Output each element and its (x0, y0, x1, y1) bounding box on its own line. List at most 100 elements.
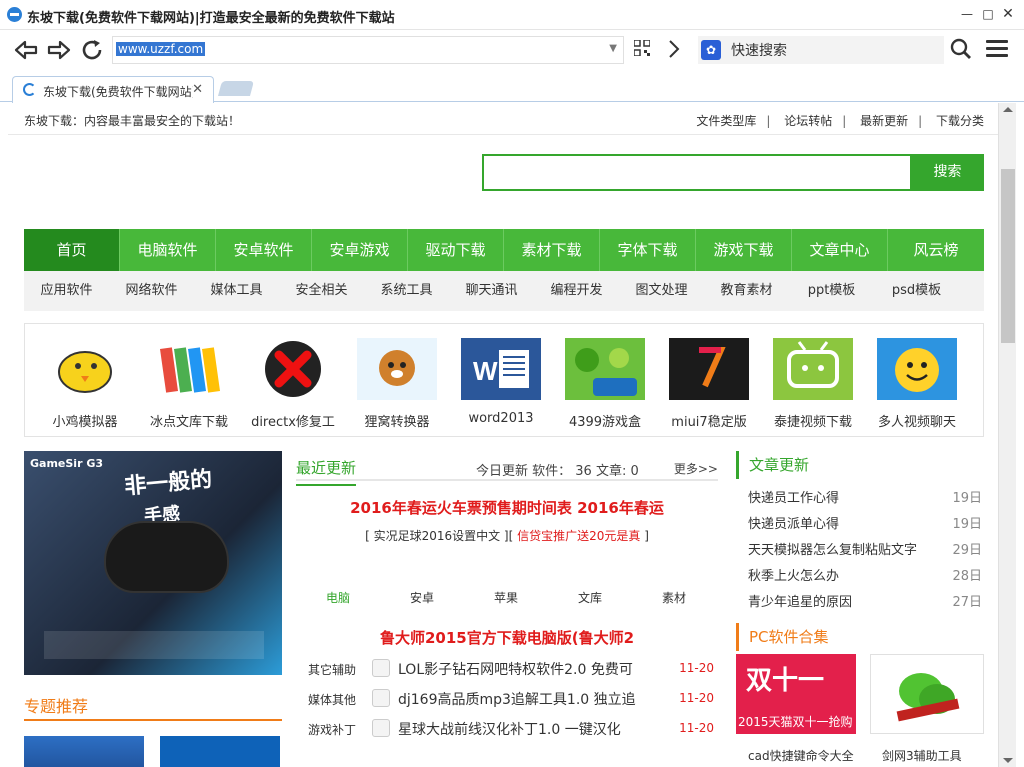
maximize-icon[interactable]: □ (978, 4, 998, 24)
forward-arrow-icon[interactable] (45, 36, 73, 64)
item-category[interactable]: 游戏补丁 (308, 721, 356, 738)
back-arrow-icon[interactable] (12, 36, 40, 64)
nav-rankings[interactable]: 风云榜 (888, 229, 984, 271)
article-title[interactable]: 天天模拟器怎么复制粘贴文字 (748, 539, 917, 558)
subnav-item[interactable]: 媒体工具 (194, 271, 279, 311)
tab-pc[interactable]: 电脑 (296, 589, 380, 606)
tab-apple[interactable]: 苹果 (464, 589, 548, 606)
recent-more-link[interactable]: 更多>> (674, 460, 718, 477)
subnav-item[interactable]: 应用软件 (24, 271, 109, 311)
subnav-item[interactable]: ppt模板 (789, 271, 874, 311)
nav-android-software[interactable]: 安卓软件 (216, 229, 312, 271)
list-item[interactable]: 天天模拟器怎么复制粘贴文字 29日 (748, 539, 984, 559)
headline-link[interactable]: 2016年春运火车票预售期时间表 2016年春运 (296, 497, 718, 518)
tab-materials[interactable]: 素材 (632, 589, 716, 606)
qr-code-icon[interactable] (634, 40, 650, 56)
gamepad-ad-banner[interactable]: GameSir G3 非一般的 手感 (24, 451, 282, 675)
pc-headline-link[interactable]: 鲁大师2015官方下载电脑版(鲁大师2 (296, 627, 718, 648)
app-tile[interactable]: directx修复工 (241, 338, 345, 430)
item-category[interactable]: 其它辅助 (308, 661, 356, 678)
nav-materials[interactable]: 素材下载 (504, 229, 600, 271)
list-item[interactable]: 媒体其他 dj169高品质mp3追解工具1.0 独立追 11-20 (308, 689, 718, 709)
article-title[interactable]: 快递员派单心得 (748, 513, 839, 532)
item-title[interactable]: LOL影子钻石网吧特权软件2.0 免费可 (398, 659, 648, 679)
url-dropdown-icon[interactable]: ▼ (609, 43, 617, 54)
sublink-red[interactable]: 信贷宝推广送20元是真 (517, 529, 640, 543)
list-item[interactable]: 青少年追星的原因 27日 (748, 591, 984, 611)
nav-pc-software[interactable]: 电脑软件 (120, 229, 216, 271)
wechat-promo[interactable] (870, 654, 984, 734)
toplink-latest[interactable]: 最新更新 (860, 114, 908, 128)
subnav-item[interactable]: 聊天通讯 (449, 271, 534, 311)
refresh-icon[interactable] (78, 36, 106, 64)
scroll-thumb[interactable] (1001, 169, 1015, 343)
tab-close-icon[interactable]: ✕ (192, 82, 203, 97)
close-icon[interactable]: ✕ (998, 4, 1018, 24)
promo-caption[interactable]: 2015天猫双十一抢购 (738, 713, 853, 730)
app-icon (372, 689, 390, 707)
app-tile[interactable]: 小鸡模拟器 (33, 338, 137, 430)
url-text[interactable]: www.uzzf.com (116, 42, 206, 56)
list-item[interactable]: 游戏补丁 星球大战前线汉化补丁1.0 一键汉化 11-20 (308, 719, 718, 739)
app-tile[interactable]: 4399游戏盒 (553, 338, 657, 430)
tab-active[interactable]: 东坡下载(免费软件下载网站)|打造最安全最新的免费软件下载站 ✕ (12, 76, 214, 103)
collection-link-cad[interactable]: cad快捷键命令大全 (748, 747, 854, 764)
article-title[interactable]: 秋季上火怎么办 (748, 565, 839, 584)
item-title[interactable]: dj169高品质mp3追解工具1.0 独立追 (398, 689, 648, 709)
browser-search-box[interactable]: ✿ 快速搜索 (698, 36, 944, 64)
chevron-right-icon[interactable] (668, 39, 680, 59)
tab-library[interactable]: 文库 (548, 589, 632, 606)
app-tile[interactable]: 冰点文库下载 (137, 338, 241, 430)
recent-updates-title[interactable]: 最近更新 (296, 457, 357, 486)
new-tab-button[interactable] (217, 81, 255, 96)
subnav-item[interactable]: 系统工具 (364, 271, 449, 311)
tab-android[interactable]: 安卓 (380, 589, 464, 606)
collection-link-jx3[interactable]: 剑网3辅助工具 (882, 747, 962, 764)
subnav-item[interactable]: 编程开发 (534, 271, 619, 311)
app-tile[interactable]: W word2013 (449, 338, 553, 426)
nav-articles[interactable]: 文章中心 (792, 229, 888, 271)
subnav-item[interactable]: 网络软件 (109, 271, 194, 311)
subnav-item[interactable]: psd模板 (874, 271, 959, 311)
article-updates-title[interactable]: 文章更新 (749, 456, 809, 474)
scroll-down-icon[interactable] (1003, 758, 1013, 763)
list-item[interactable]: 其它辅助 LOL影子钻石网吧特权软件2.0 免费可 11-20 (308, 659, 718, 679)
toplink-forum[interactable]: 论坛转帖 (784, 114, 832, 128)
raccoon-icon (357, 338, 437, 400)
minimize-icon[interactable]: — (957, 4, 977, 24)
hamburger-menu-icon[interactable] (986, 40, 1008, 58)
site-search-input[interactable] (482, 154, 912, 191)
nav-android-games[interactable]: 安卓游戏 (312, 229, 408, 271)
toplink-categories[interactable]: 下载分类 (936, 114, 984, 128)
item-category[interactable]: 媒体其他 (308, 691, 356, 708)
nav-drivers[interactable]: 驱动下载 (408, 229, 504, 271)
app-tile[interactable]: miui7稳定版 (657, 338, 761, 430)
vertical-scrollbar[interactable] (998, 103, 1016, 767)
url-input[interactable]: www.uzzf.com ▼ (112, 36, 624, 64)
list-item[interactable]: 快递员派单心得 19日 (748, 513, 984, 533)
topic-thumb[interactable] (24, 736, 144, 767)
list-item[interactable]: 快递员工作心得 19日 (748, 487, 984, 507)
subnav-item[interactable]: 安全相关 (279, 271, 364, 311)
list-item[interactable]: 秋季上火怎么办 28日 (748, 565, 984, 585)
nav-fonts[interactable]: 字体下载 (600, 229, 696, 271)
search-icon[interactable] (950, 38, 972, 60)
site-search-button[interactable]: 搜索 (911, 154, 984, 191)
double11-promo[interactable]: 双十一 2015天猫双十一抢购 (736, 654, 856, 734)
baidu-paw-icon[interactable]: ✿ (701, 40, 721, 60)
item-title[interactable]: 星球大战前线汉化补丁1.0 一键汉化 (398, 719, 648, 739)
nav-games[interactable]: 游戏下载 (696, 229, 792, 271)
app-tile[interactable]: 多人视频聊天 (865, 338, 969, 430)
app-tile[interactable]: 泰捷视频下载 (761, 338, 865, 430)
sublink-left[interactable]: [ 实况足球2016设置中文 ][ (365, 529, 513, 543)
subnav-item[interactable]: 教育素材 (704, 271, 789, 311)
subnav-item[interactable]: 图文处理 (619, 271, 704, 311)
toplink-file-types[interactable]: 文件类型库 (696, 114, 756, 128)
article-title[interactable]: 青少年追星的原因 (748, 591, 852, 610)
scroll-up-icon[interactable] (1003, 107, 1013, 112)
article-title[interactable]: 快递员工作心得 (748, 487, 839, 506)
topic-thumb[interactable] (160, 736, 280, 767)
nav-home[interactable]: 首页 (24, 229, 120, 271)
pc-collection-title[interactable]: PC软件合集 (749, 628, 829, 646)
app-tile[interactable]: 狸窝转换器 (345, 338, 449, 430)
